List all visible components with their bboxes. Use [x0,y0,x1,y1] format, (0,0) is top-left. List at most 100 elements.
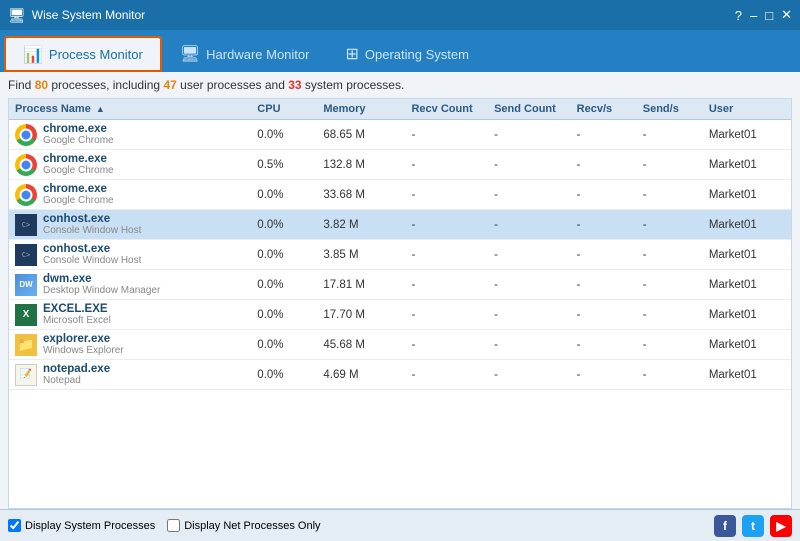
table-header-row: Process Name ▲ CPU Memory Recv Count Sen… [9,99,791,120]
title-bar: 🖥 Wise System Monitor ? – □ ✕ [0,0,800,30]
bottom-left: Display System Processes Display Net Pro… [8,519,321,532]
tab-hardware-monitor[interactable]: 🖥 Hardware Monitor [162,36,328,72]
info-text1: Find [8,78,35,92]
process-recvs: - [571,300,637,330]
col-header-sends[interactable]: Send/s [637,99,703,120]
col-header-cpu[interactable]: CPU [251,99,317,120]
table-row[interactable]: chrome.exe Google Chrome 0.0% 68.65 M - … [9,120,791,150]
system-checkbox-input[interactable] [8,519,21,532]
display-net-checkbox[interactable]: Display Net Processes Only [167,519,320,532]
process-sends: - [637,330,703,360]
process-name-cell: 📝 notepad.exe Notepad [9,360,251,390]
process-sends: - [637,210,703,240]
chrome-icon [15,124,37,146]
dwm-icon: DW [15,274,37,296]
process-desc: Windows Explorer [43,345,124,356]
twitter-link[interactable]: t [742,515,764,537]
process-table: Process Name ▲ CPU Memory Recv Count Sen… [9,99,791,390]
process-cpu: 0.0% [251,120,317,150]
process-memory: 33.68 M [317,180,405,210]
table-row[interactable]: conhost.exe Console Window Host 0.0% 3.8… [9,240,791,270]
tab-bar: 📊 Process Monitor 🖥 Hardware Monitor ⊞ O… [0,30,800,72]
process-recvs: - [571,360,637,390]
help-button[interactable]: ? [735,8,742,23]
process-name: explorer.exe [43,333,124,345]
process-cpu: 0.0% [251,330,317,360]
process-tbody: chrome.exe Google Chrome 0.0% 68.65 M - … [9,120,791,390]
excel-icon: X [15,304,37,326]
col-header-send[interactable]: Send Count [488,99,571,120]
process-send: - [488,360,571,390]
col-header-user[interactable]: User [703,99,791,120]
process-send: - [488,210,571,240]
process-desc: Console Window Host [43,225,141,236]
facebook-link[interactable]: f [714,515,736,537]
process-name-cell: conhost.exe Console Window Host [9,240,251,270]
process-user: Market01 [703,300,791,330]
process-user: Market01 [703,270,791,300]
process-name: dwm.exe [43,273,160,285]
process-recvs: - [571,150,637,180]
process-name-cell: chrome.exe Google Chrome [9,120,251,150]
process-recv: - [405,150,488,180]
process-desc: Microsoft Excel [43,315,111,326]
process-memory: 68.65 M [317,120,405,150]
display-system-checkbox[interactable]: Display System Processes [8,519,155,532]
table-row[interactable]: DW dwm.exe Desktop Window Manager 0.0% 1… [9,270,791,300]
table-row[interactable]: 📁 explorer.exe Windows Explorer 0.0% 45.… [9,330,791,360]
col-header-recvs[interactable]: Recv/s [571,99,637,120]
tab-hardware-label: Hardware Monitor [206,47,309,62]
process-memory: 3.82 M [317,210,405,240]
table-row[interactable]: X EXCEL.EXE Microsoft Excel 0.0% 17.70 M… [9,300,791,330]
display-system-label: Display System Processes [25,520,155,532]
process-memory: 132.8 M [317,150,405,180]
process-sends: - [637,270,703,300]
process-user: Market01 [703,180,791,210]
process-cpu: 0.0% [251,180,317,210]
process-send: - [488,300,571,330]
process-user: Market01 [703,210,791,240]
table-row[interactable]: conhost.exe Console Window Host 0.0% 3.8… [9,210,791,240]
table-row[interactable]: chrome.exe Google Chrome 0.0% 33.68 M - … [9,180,791,210]
process-user: Market01 [703,330,791,360]
process-sends: - [637,180,703,210]
col-header-memory[interactable]: Memory [317,99,405,120]
sort-arrow: ▲ [96,104,105,114]
process-recv: - [405,210,488,240]
process-send: - [488,270,571,300]
chrome-icon [15,154,37,176]
col-header-recv[interactable]: Recv Count [405,99,488,120]
chrome-icon [15,184,37,206]
process-memory: 4.69 M [317,360,405,390]
net-checkbox-input[interactable] [167,519,180,532]
col-header-name[interactable]: Process Name ▲ [9,99,251,120]
process-desc: Desktop Window Manager [43,285,160,296]
process-name: EXCEL.EXE [43,303,111,315]
conhost-icon [15,214,37,236]
minimize-button[interactable]: – [750,8,757,23]
process-send: - [488,330,571,360]
youtube-link[interactable]: ▶ [770,515,792,537]
table-row[interactable]: 📝 notepad.exe Notepad 0.0% 4.69 M - - - … [9,360,791,390]
process-table-wrapper: Process Name ▲ CPU Memory Recv Count Sen… [8,98,792,509]
process-memory: 17.81 M [317,270,405,300]
process-desc: Console Window Host [43,255,141,266]
process-desc: Google Chrome [43,165,114,176]
title-bar-controls: ? – □ ✕ [735,7,792,23]
process-recv: - [405,270,488,300]
tab-process-monitor[interactable]: 📊 Process Monitor [4,36,162,72]
table-row[interactable]: chrome.exe Google Chrome 0.5% 132.8 M - … [9,150,791,180]
process-recv: - [405,120,488,150]
tab-operating-system[interactable]: ⊞ Operating System [327,36,486,72]
close-button[interactable]: ✕ [781,7,792,23]
notepad-icon: 📝 [15,364,37,386]
process-name: chrome.exe [43,183,114,195]
process-send: - [488,180,571,210]
maximize-button[interactable]: □ [765,8,773,23]
process-cpu: 0.0% [251,300,317,330]
user-count: 47 [163,78,176,92]
tab-os-label: Operating System [365,47,469,62]
process-user: Market01 [703,120,791,150]
process-memory: 3.85 M [317,240,405,270]
process-recvs: - [571,330,637,360]
